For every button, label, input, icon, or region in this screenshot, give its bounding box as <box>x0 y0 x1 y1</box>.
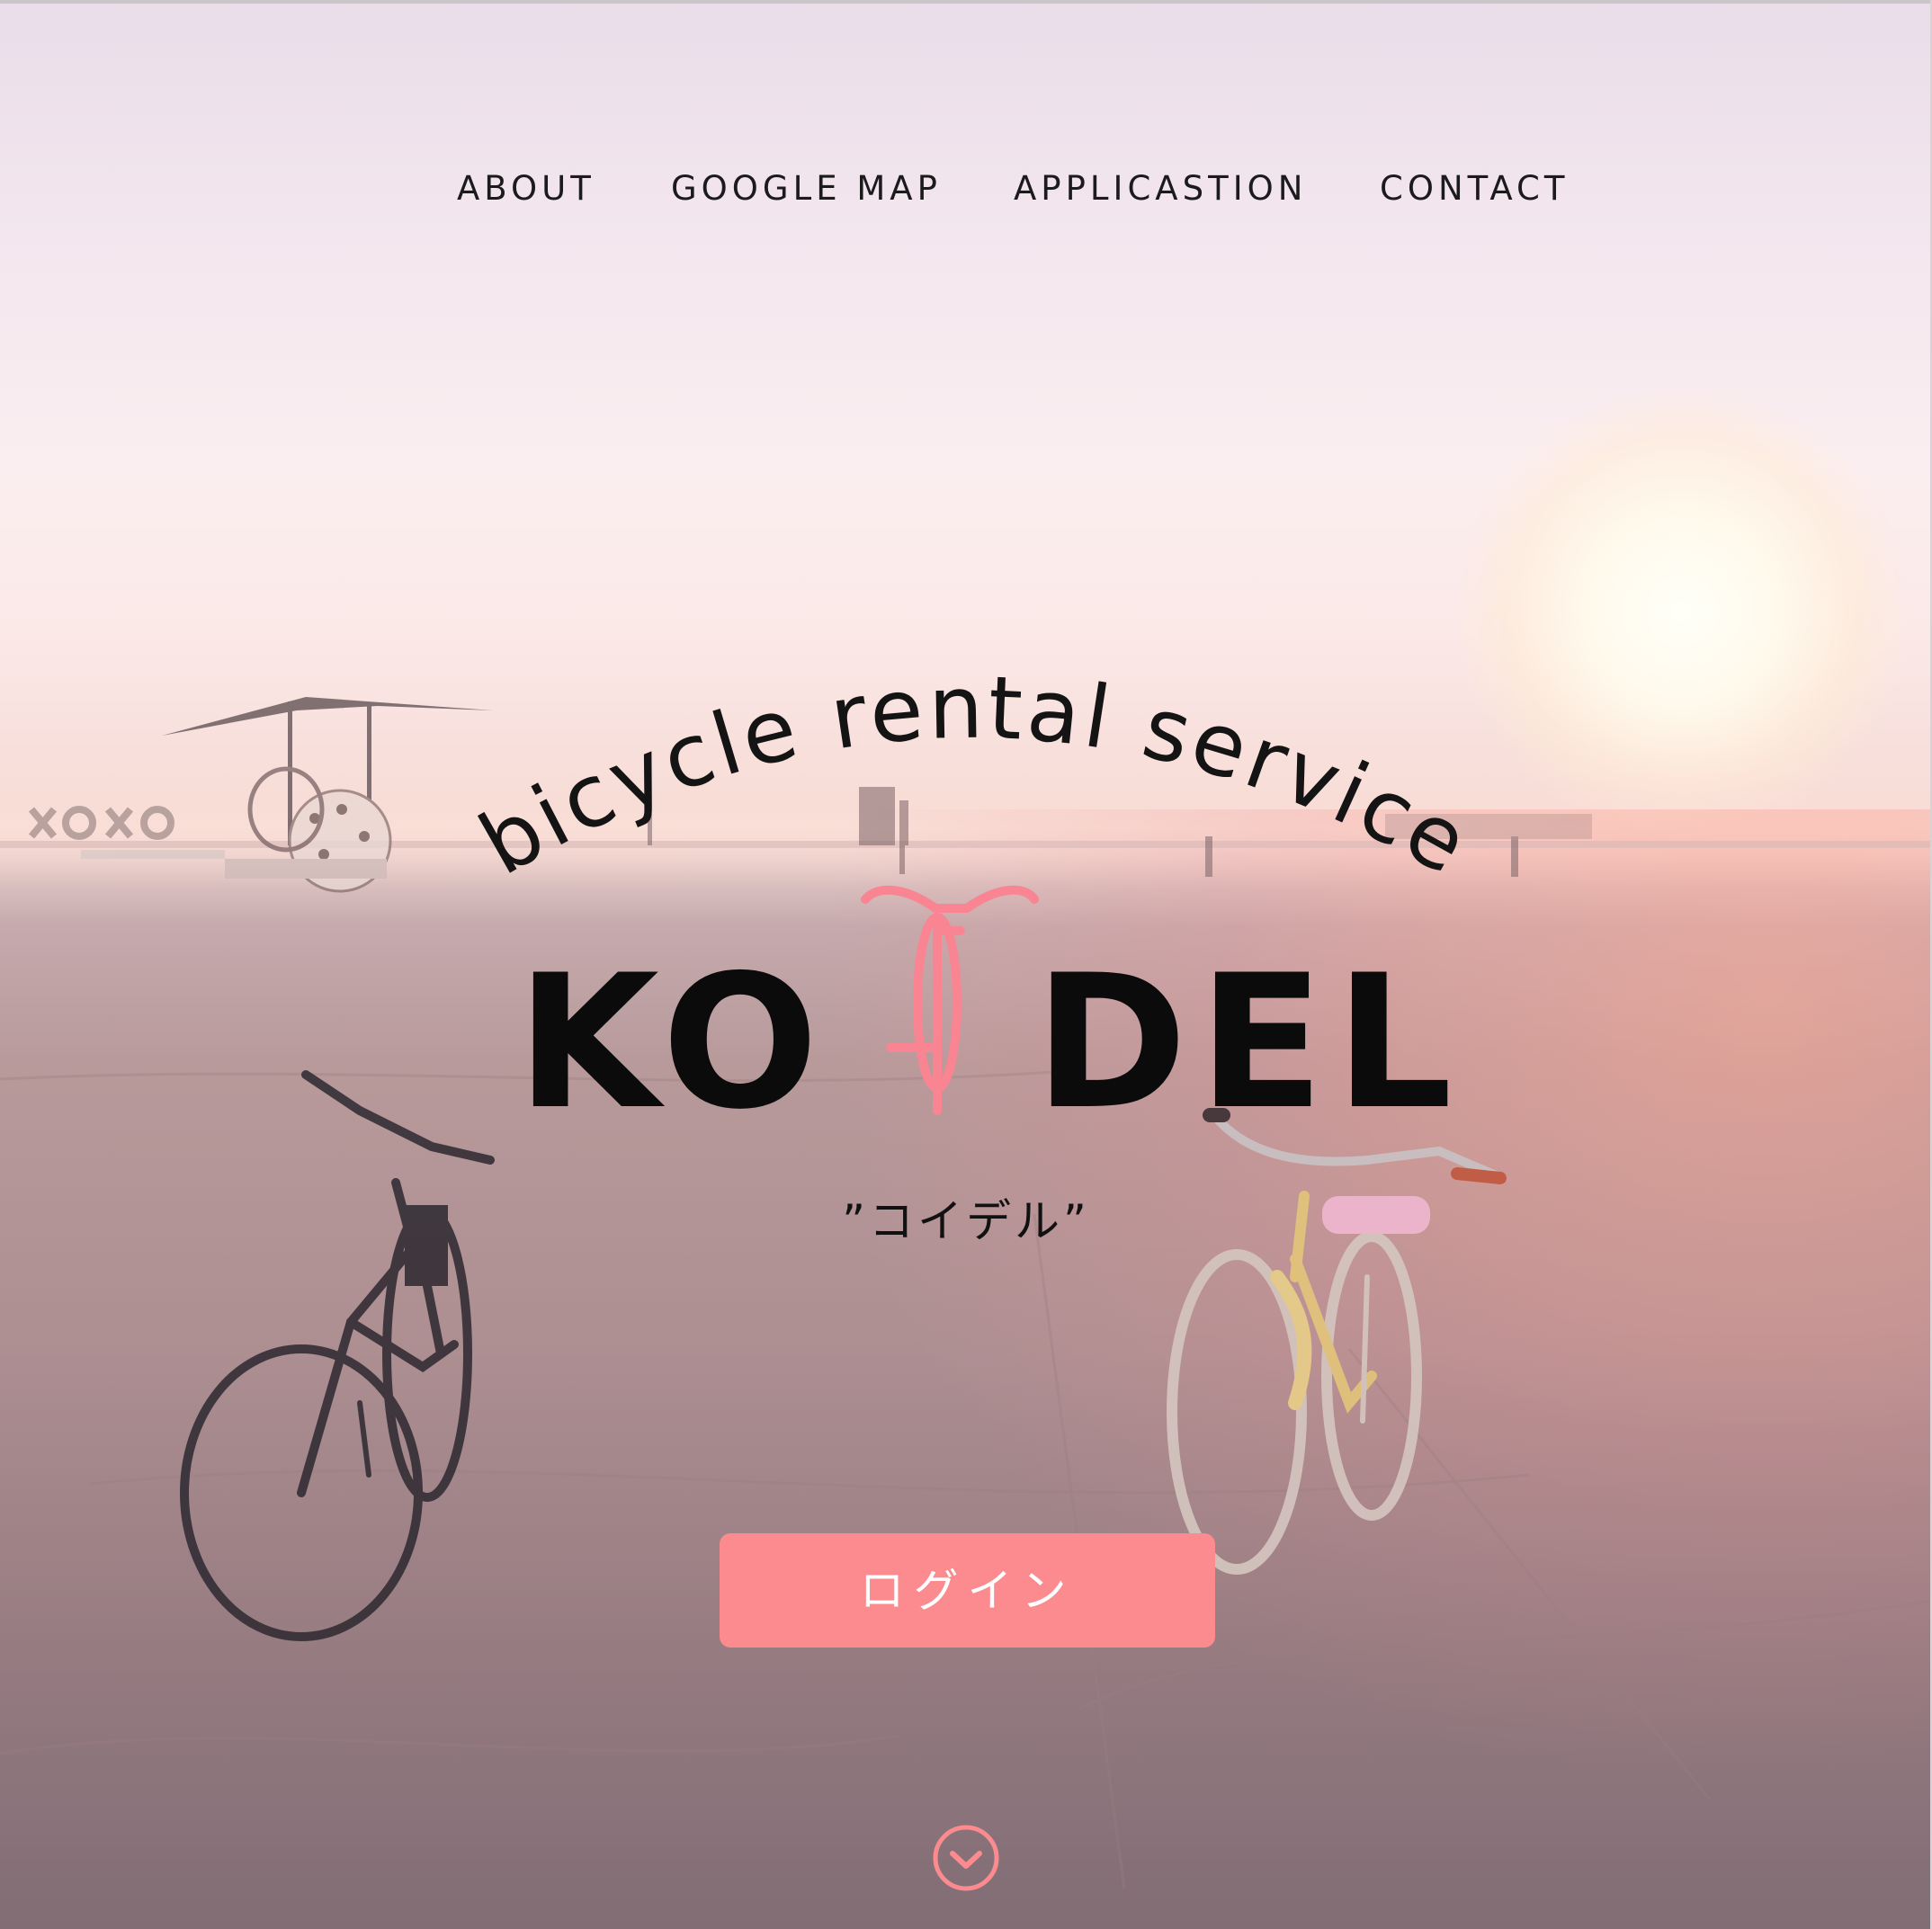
login-button[interactable]: ログイン <box>720 1533 1215 1648</box>
brand-name-left: KO <box>516 936 829 1150</box>
chevron-down-circle-icon[interactable] <box>931 1823 1001 1893</box>
tagline: ”コイデル” <box>842 1195 1090 1247</box>
brand-name-right: DEL <box>1034 936 1463 1150</box>
logo-arc-text: bicycle rental service <box>463 657 1487 896</box>
bicycle-icon <box>861 885 1039 1115</box>
landing-page: ABOUT GOOGLE MAP APPLICASTION CONTACT bi… <box>0 0 1932 1929</box>
